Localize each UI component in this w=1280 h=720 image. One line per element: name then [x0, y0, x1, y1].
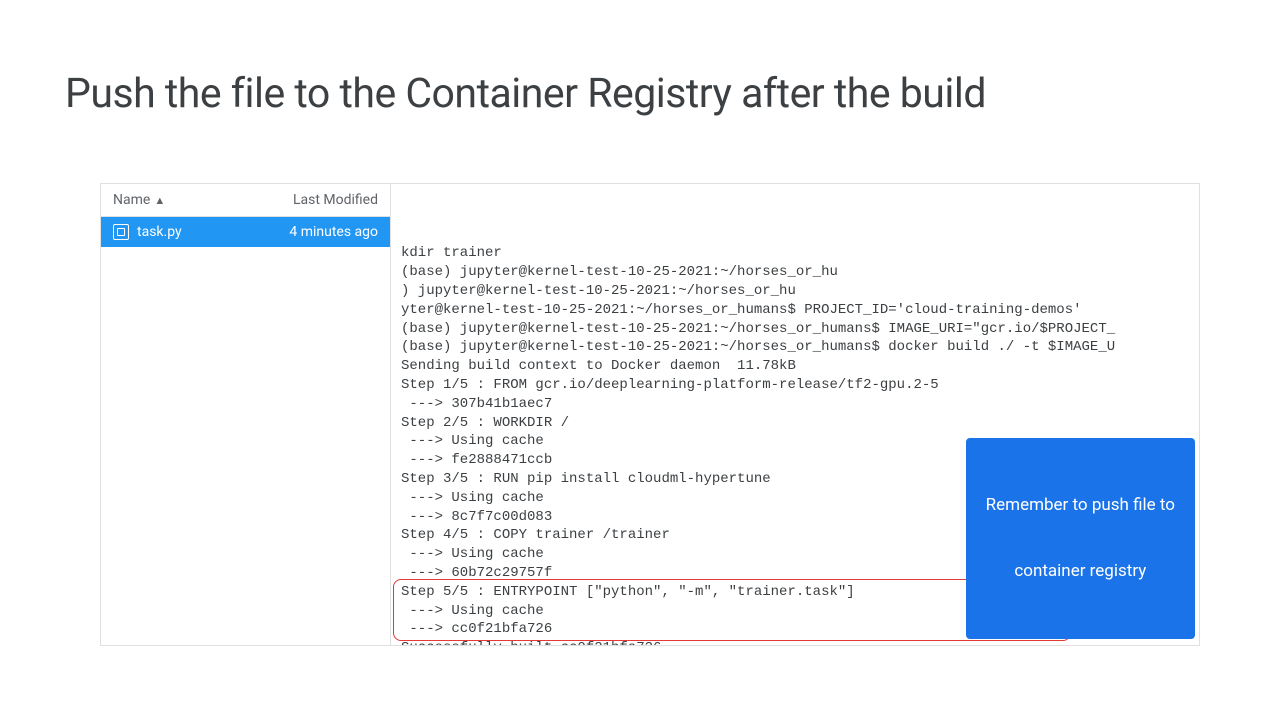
terminal-line: (base) jupyter@kernel-test-10-25-2021:~/…	[401, 338, 1189, 357]
file-browser: Name ▲ Last Modified task.py 4 minutes a…	[101, 184, 391, 645]
file-browser-header: Name ▲ Last Modified	[101, 184, 390, 217]
terminal-line: ) jupyter@kernel-test-10-25-2021:~/horse…	[401, 282, 1189, 301]
callout-line2: container registry	[986, 560, 1175, 582]
callout-line1: Remember to push file to	[986, 494, 1175, 516]
file-row-selected[interactable]: task.py 4 minutes ago	[101, 217, 390, 247]
sort-asc-icon: ▲	[154, 194, 165, 207]
file-name: task.py	[137, 224, 289, 240]
col-name-label: Name	[113, 192, 150, 208]
terminal-line: Successfully built cc0f21bfa726	[401, 639, 1189, 645]
col-modified-header[interactable]: Last Modified	[293, 192, 378, 208]
terminal-line: (base) jupyter@kernel-test-10-25-2021:~/…	[401, 320, 1189, 339]
terminal-line: ---> 307b41b1aec7	[401, 395, 1189, 414]
terminal-output[interactable]: kdir trainer(base) jupyter@kernel-test-1…	[391, 184, 1199, 645]
terminal-line: (base) jupyter@kernel-test-10-25-2021:~/…	[401, 263, 1189, 282]
terminal-line: Step 1/5 : FROM gcr.io/deeplearning-plat…	[401, 376, 1189, 395]
terminal-line: yter@kernel-test-10-25-2021:~/horses_or_…	[401, 301, 1189, 320]
content-panel: Name ▲ Last Modified task.py 4 minutes a…	[100, 183, 1200, 646]
col-name-header[interactable]: Name ▲	[113, 192, 293, 208]
callout-connector-line	[973, 489, 974, 596]
callout-box: Remember to push file to container regis…	[966, 438, 1195, 639]
python-file-icon	[113, 224, 129, 240]
terminal-line: Sending build context to Docker daemon 1…	[401, 357, 1189, 376]
terminal-line: Step 2/5 : WORKDIR /	[401, 414, 1189, 433]
slide-title: Push the file to the Container Registry …	[0, 0, 1280, 118]
terminal-line: kdir trainer	[401, 244, 1189, 263]
file-modified: 4 minutes ago	[289, 224, 378, 240]
